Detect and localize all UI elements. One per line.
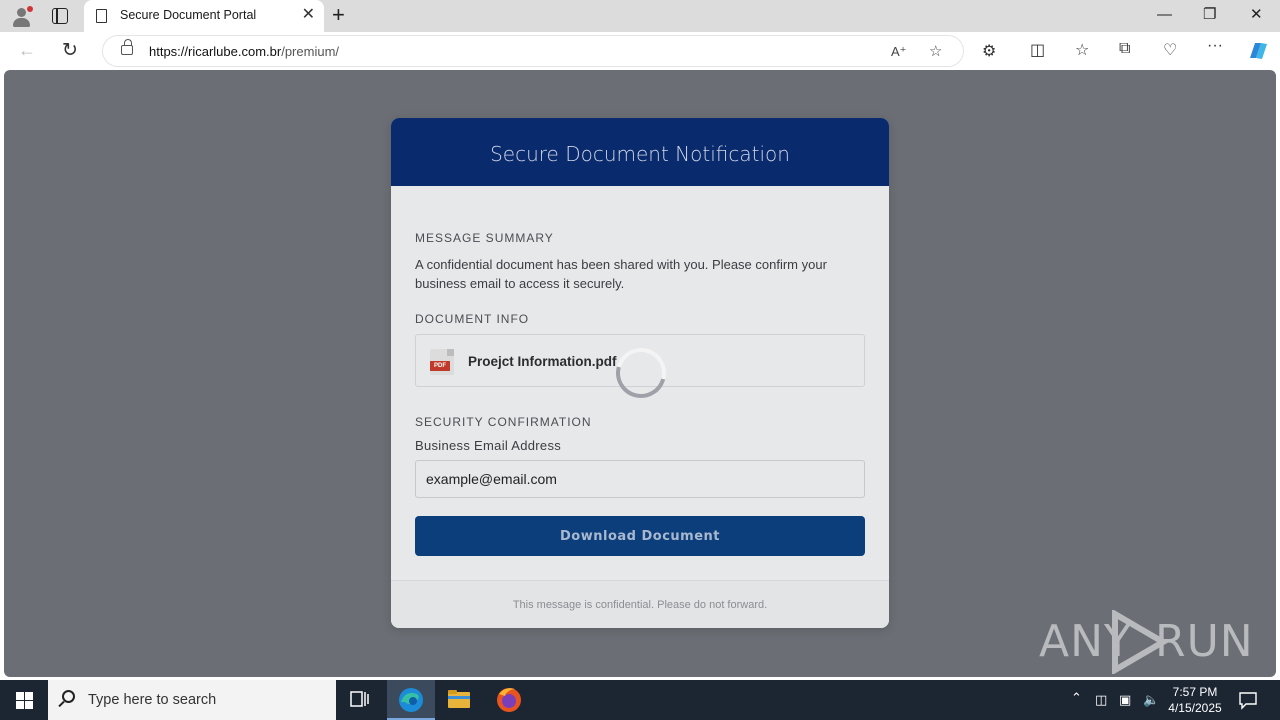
search-placeholder: Type here to search [88,692,217,708]
url-text[interactable]: https://ricarlube.com.br/premium/ [149,44,339,59]
windows-taskbar: Type here to search ⌃ ◫ ▣ 🔈 7:57 PM 4/15… [0,680,1280,720]
extensions-icon[interactable]: ⚙ [982,41,996,61]
tab-title: Secure Document Portal [120,8,257,22]
page-title: Secure Document Notification [490,142,790,166]
favorites-icon[interactable]: ☆ [1075,40,1089,60]
windows-start-icon[interactable] [16,692,33,709]
profile-icon[interactable] [10,6,33,28]
download-document-button[interactable]: Download Document [415,516,865,556]
lock-icon[interactable] [121,39,133,55]
watermark-text-right: RUN [1155,616,1254,667]
volume-icon[interactable]: 🔈 [1143,692,1159,708]
favorite-star-icon[interactable]: ☆ [929,42,942,60]
browser-essentials-icon[interactable]: ♡ [1163,40,1177,60]
card-header: Secure Document Notification [391,118,889,186]
collections-icon[interactable]: ⧉ [1119,40,1130,58]
email-field[interactable] [415,460,865,498]
firefox-icon[interactable] [485,680,533,720]
copilot-icon[interactable] [1246,40,1270,62]
page-icon [96,9,107,23]
search-icon [62,690,75,703]
url-path: /premium/ [281,44,340,59]
tab-actions-icon[interactable] [52,8,68,24]
taskbar-search-box[interactable]: Type here to search [48,680,336,720]
address-bar[interactable]: https://ricarlube.com.br/premium/ A⁺ ☆ [102,35,964,67]
page-viewport: Secure Document Notification MESSAGE SUM… [4,70,1276,677]
back-icon[interactable]: ← [18,40,36,61]
reload-icon[interactable]: ↻ [62,39,78,62]
url-host: https://ricarlube.com.br [149,44,282,59]
browser-tab-strip: Secure Document Portal ✕ + — ❐ ✕ [0,0,1280,32]
message-summary-label: MESSAGE SUMMARY [415,231,554,245]
security-confirmation-label: SECURITY CONFIRMATION [415,415,592,429]
edge-icon[interactable] [387,680,435,720]
document-info-label: DOCUMENT INFO [415,312,530,326]
read-aloud-icon[interactable]: A⁺ [891,44,907,60]
restore-button[interactable]: ❐ [1203,6,1216,24]
new-tab-button[interactable]: + [332,3,345,27]
card-footer: This message is confidential. Please do … [391,580,889,628]
browser-tab[interactable]: Secure Document Portal ✕ [84,0,324,32]
minimize-button[interactable]: — [1157,6,1172,24]
document-name: Proejct Information.pdf [468,354,617,369]
show-hidden-icons-icon[interactable]: ⌃ [1071,690,1082,706]
split-screen-icon[interactable]: ◫ [1030,40,1045,60]
footer-disclaimer: This message is confidential. Please do … [512,599,768,611]
email-field-label: Business Email Address [415,438,562,453]
taskbar-clock[interactable]: 7:57 PM 4/15/2025 [1158,684,1232,716]
more-icon[interactable]: ··· [1207,37,1223,55]
network-icon[interactable]: ▣ [1119,692,1131,708]
close-tab-button[interactable]: ✕ [302,6,315,24]
clock-time: 7:57 PM [1172,685,1218,699]
notifications-icon[interactable] [1238,690,1258,710]
anyrun-watermark: ANY RUN [1039,610,1253,676]
task-view-icon[interactable] [336,680,384,720]
file-explorer-icon[interactable] [435,680,483,720]
clock-date: 4/15/2025 [1168,701,1222,715]
pdf-file-icon: PDF [430,349,454,375]
network-drive-icon[interactable]: ◫ [1095,692,1107,708]
message-summary-text: A confidential document has been shared … [415,257,827,291]
close-window-button[interactable]: ✕ [1250,6,1263,24]
